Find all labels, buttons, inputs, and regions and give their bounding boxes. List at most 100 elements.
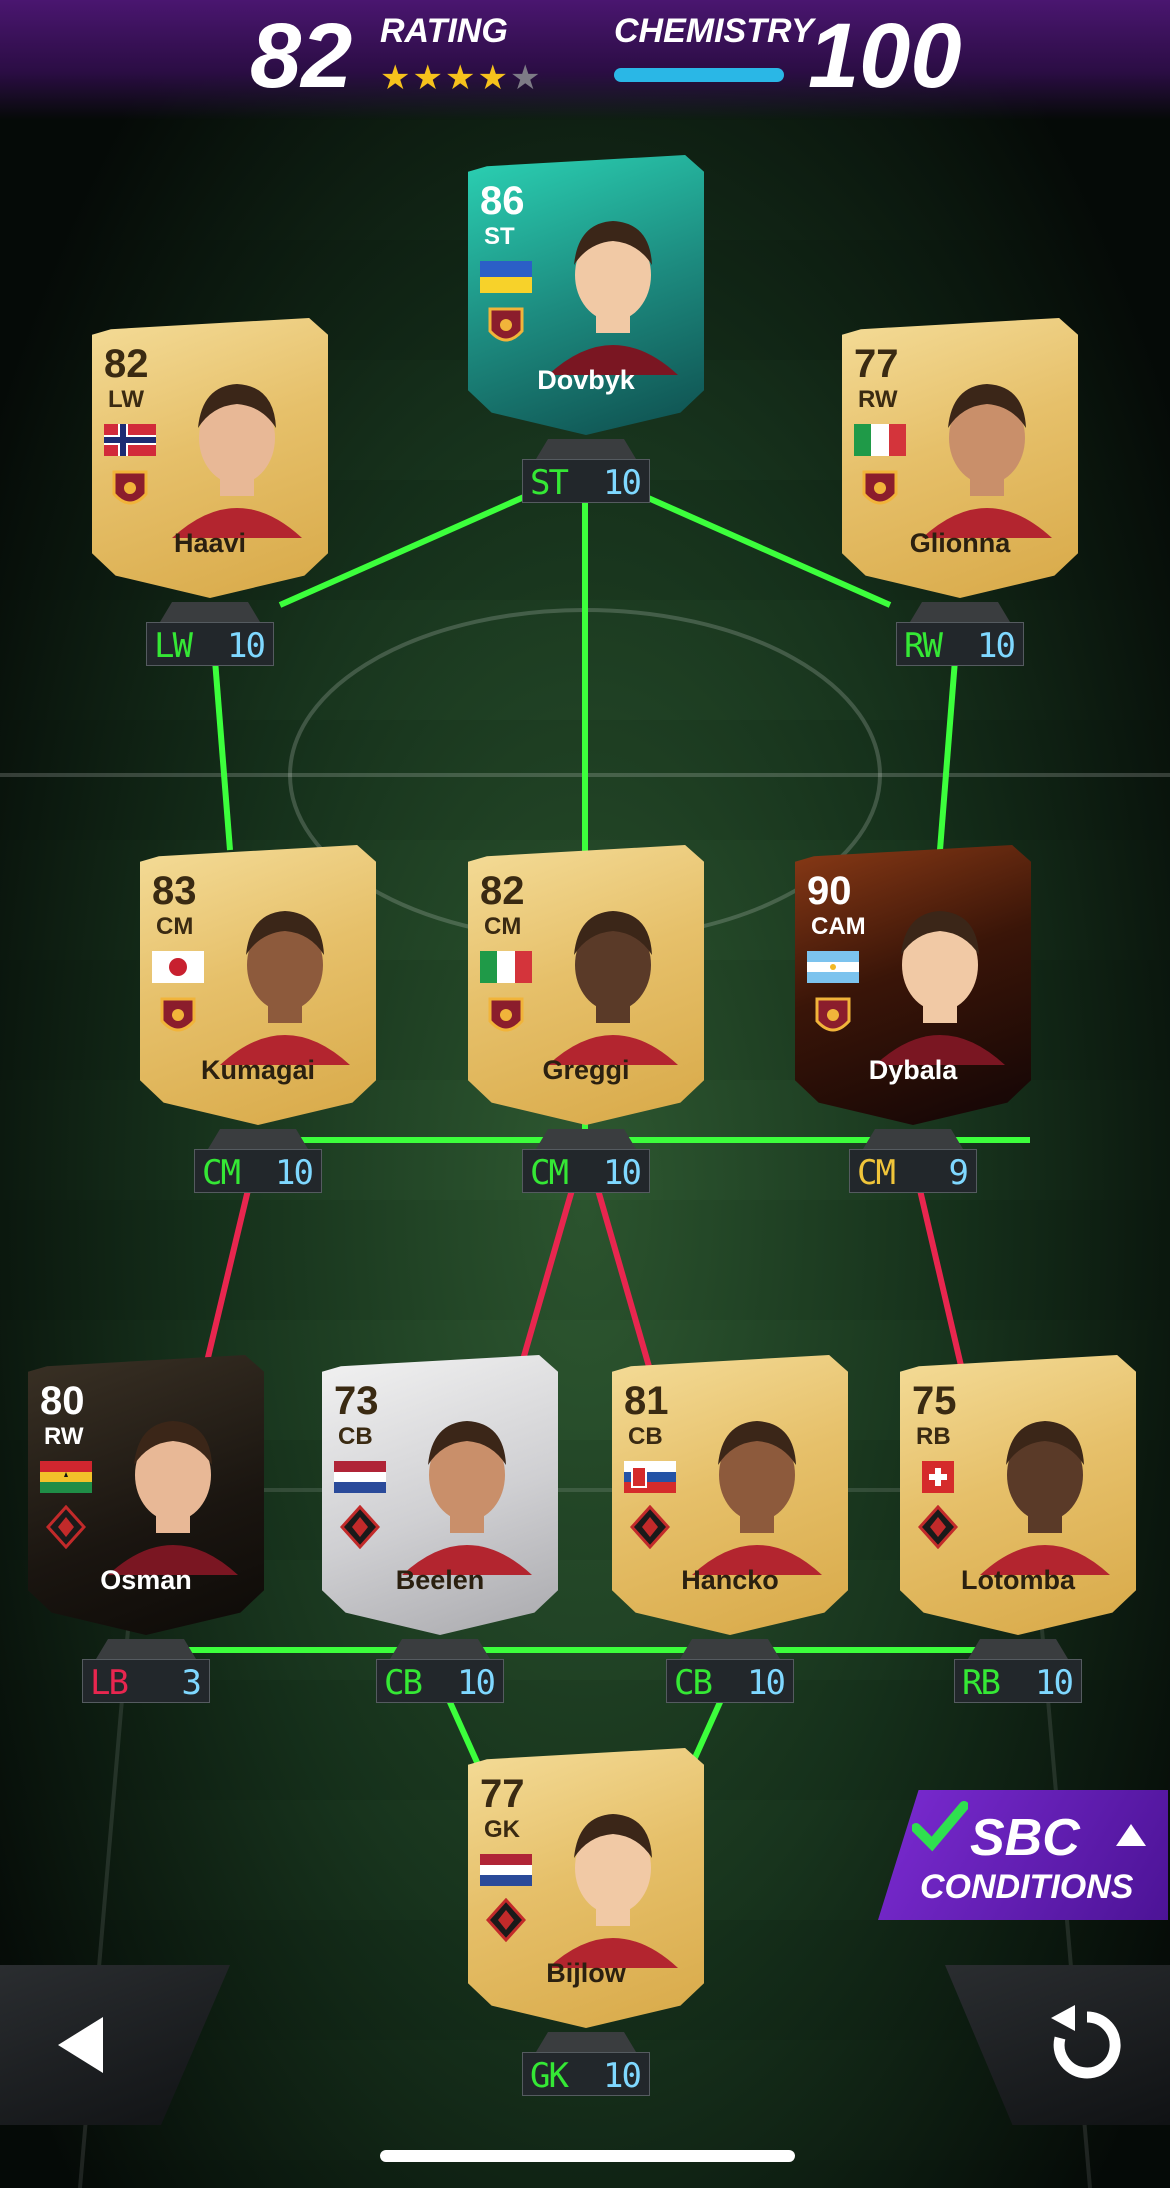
- player-name: Lotomba: [961, 1565, 1075, 1595]
- player-position: CM: [484, 913, 522, 940]
- team-rating-value: 82: [250, 5, 353, 107]
- sbc-label: SBC: [970, 1809, 1080, 1867]
- japan-flag-icon: [152, 951, 204, 983]
- player-card-glionna[interactable]: 77 RW Glionna: [842, 318, 1078, 598]
- conditions-label: CONDITIONS: [920, 1868, 1134, 1906]
- player-portrait: [172, 384, 302, 538]
- argentina-flag-icon: [807, 951, 859, 983]
- slot-chemistry-value: 10: [603, 2056, 642, 2096]
- rating-label: RATING: [380, 12, 508, 50]
- player-name: Osman: [100, 1565, 192, 1595]
- position-slot-bijlow[interactable]: GK 10: [522, 2032, 650, 2096]
- ukraine-flag-icon: [480, 261, 532, 293]
- italy-flag-icon: [854, 424, 906, 456]
- club-badge-icon: [46, 1505, 86, 1549]
- player-portrait: [548, 221, 678, 375]
- player-rating: 77: [480, 1772, 525, 1816]
- player-rating: 81: [624, 1379, 669, 1423]
- slot-position-label: CB: [384, 1663, 423, 1703]
- player-portrait: [922, 384, 1052, 538]
- player-card-osman[interactable]: 80 RW Osman: [28, 1355, 264, 1635]
- slot-chemistry-value: 10: [457, 1663, 496, 1703]
- roma-crest-icon: [815, 997, 851, 1032]
- position-slot-hancko[interactable]: CB 10: [666, 1639, 794, 1703]
- player-portrait: [548, 911, 678, 1065]
- player-position: LW: [108, 386, 144, 413]
- slot-chemistry-value: 3: [181, 1663, 203, 1703]
- player-portrait: [402, 1421, 532, 1575]
- slot-chemistry-value: 10: [977, 626, 1016, 666]
- player-portrait: [220, 911, 350, 1065]
- position-slot-dybala[interactable]: CM 9: [849, 1129, 977, 1193]
- chemistry-value: 100: [808, 5, 962, 107]
- player-name: Kumagai: [200, 1055, 316, 1085]
- player-rating: 82: [480, 869, 525, 913]
- player-card-hancko[interactable]: 81 CB Hancko: [612, 1355, 848, 1635]
- slot-position-label: CM: [530, 1153, 569, 1193]
- player-position: CAM: [811, 913, 866, 940]
- slot-position-label: LW: [154, 626, 193, 666]
- player-card-dovbyk[interactable]: 86 ST Dovbyk: [468, 155, 704, 435]
- club-badge-icon: [630, 1505, 670, 1549]
- player-name: Hancko: [681, 1565, 779, 1595]
- player-portrait: [108, 1421, 238, 1575]
- roma-crest-icon: [160, 997, 196, 1032]
- netherlands-flag-icon: [334, 1461, 386, 1493]
- player-rating: 86: [480, 179, 525, 223]
- player-card-beelen[interactable]: 73 CB Beelen: [322, 1355, 558, 1635]
- club-badge-icon: [340, 1505, 380, 1549]
- slot-chemistry-value: 9: [948, 1153, 970, 1193]
- player-card-greggi[interactable]: 82 CM Greggi: [468, 845, 704, 1125]
- player-rating: 77: [854, 342, 899, 386]
- roma-crest-icon: [862, 470, 898, 505]
- player-rating: 75: [912, 1379, 957, 1423]
- slot-chemistry-value: 10: [275, 1153, 314, 1193]
- player-card-dybala[interactable]: 90 CAM Dybala: [795, 845, 1031, 1125]
- position-slot-dovbyk[interactable]: ST 10: [522, 439, 650, 503]
- position-slot-beelen[interactable]: CB 10: [376, 1639, 504, 1703]
- roma-crest-icon: [488, 997, 524, 1032]
- position-slot-greggi[interactable]: CM 10: [522, 1129, 650, 1193]
- player-card-kumagai[interactable]: 83 CM Kumagai: [140, 845, 376, 1125]
- player-position: CB: [628, 1423, 663, 1450]
- italy-flag-icon: [480, 951, 532, 983]
- position-slot-osman[interactable]: LB 3: [82, 1639, 210, 1703]
- position-slot-haavi[interactable]: LW 10: [146, 602, 274, 666]
- position-slot-glionna[interactable]: RW 10: [896, 602, 1024, 666]
- position-slot-kumagai[interactable]: CM 10: [194, 1129, 322, 1193]
- player-position: RW: [858, 386, 898, 413]
- netherlands-flag-icon: [480, 1854, 532, 1886]
- player-rating: 90: [807, 869, 852, 913]
- player-rating: 73: [334, 1379, 379, 1423]
- star-icon: ★: [509, 59, 543, 97]
- player-card-bijlow[interactable]: 77 GK Bijlow: [468, 1748, 704, 2028]
- position-slot-lotomba[interactable]: RB 10: [954, 1639, 1082, 1703]
- player-portrait: [875, 911, 1005, 1065]
- chemistry-bar: [614, 68, 784, 82]
- player-card-lotomba[interactable]: 75 RB Lotomba: [900, 1355, 1136, 1635]
- roma-crest-icon: [488, 307, 524, 342]
- player-name: Dybala: [868, 1055, 958, 1085]
- player-position: ST: [484, 223, 515, 250]
- slot-position-label: CM: [202, 1153, 241, 1193]
- back-arrow-icon: [58, 2017, 103, 2073]
- sbc-conditions-button[interactable]: SBC CONDITIONS: [878, 1790, 1168, 1920]
- slot-chemistry-value: 10: [603, 1153, 642, 1193]
- player-name: Dovbyk: [537, 365, 635, 395]
- home-indicator: [380, 2150, 795, 2162]
- star-icon: ★: [477, 59, 510, 97]
- checkmark-icon: [912, 1801, 968, 1852]
- slot-position-label: RW: [904, 626, 943, 666]
- squad-header: 82 RATING ★★★★★ CHEMISTRY 100: [0, 0, 1170, 120]
- reset-icon: [1051, 2005, 1121, 2079]
- player-name: Beelen: [395, 1565, 485, 1595]
- slot-chemistry-value: 10: [747, 1663, 786, 1703]
- player-name: Haavi: [173, 528, 247, 558]
- slot-position-label: LB: [90, 1663, 129, 1703]
- player-card-haavi[interactable]: 82 LW Haavi: [92, 318, 328, 598]
- switzerland-flag-icon: [922, 1461, 954, 1493]
- player-name: Glionna: [909, 528, 1011, 558]
- player-position: CM: [156, 913, 194, 940]
- club-badge-icon: [918, 1505, 958, 1549]
- player-portrait: [980, 1421, 1110, 1575]
